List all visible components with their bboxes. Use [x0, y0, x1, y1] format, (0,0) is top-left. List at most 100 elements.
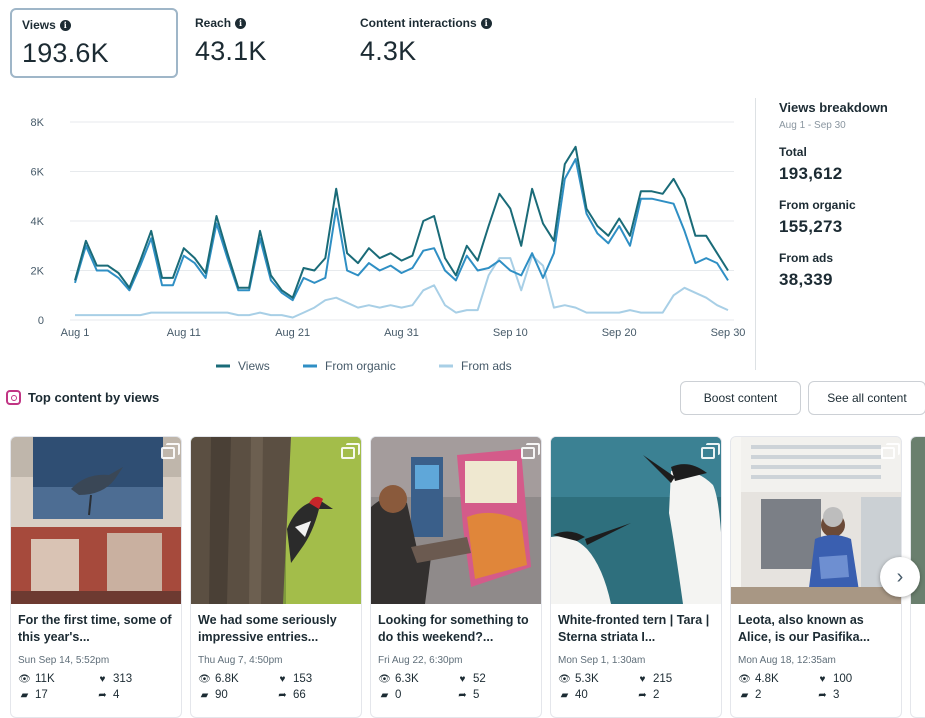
x-tick-label: Aug 1 — [61, 327, 90, 339]
metric-label: Views i — [22, 18, 166, 32]
info-icon[interactable]: i — [480, 17, 492, 29]
carousel-icon — [701, 443, 720, 459]
likes-count: 153 — [293, 673, 313, 685]
carousel-icon — [161, 443, 180, 459]
ads-value: 38,339 — [779, 270, 833, 289]
post-stats: 👁 6.8K ♥ 153 ▰ 90 ➦ 66 — [198, 673, 354, 701]
card-body: Looking for something to do this weekend… — [371, 604, 541, 709]
shares-count: 4 — [113, 689, 120, 701]
views-count: 6.8K — [215, 673, 239, 685]
likes-count: 313 — [113, 673, 133, 685]
eye-icon: 👁 — [558, 673, 571, 685]
organic-label: From organic — [779, 198, 856, 212]
content-card[interactable]: Leota, also known as Alice, is our Pasif… — [730, 436, 902, 718]
post-date: Mon Sep 1, 1:30am — [558, 655, 646, 666]
content-card[interactable]: We had some seriously impressive entries… — [190, 436, 362, 718]
shares-count: 66 — [293, 689, 306, 701]
views-breakdown: Views breakdown Aug 1 - Sep 30 Total 193… — [779, 100, 919, 290]
metric-label: Reach i — [195, 16, 325, 30]
instagram-icon — [6, 390, 21, 405]
share-icon: ➦ — [98, 689, 107, 701]
carousel-icon — [881, 443, 900, 459]
metric-views[interactable]: Views i 193.6K — [10, 8, 178, 78]
post-stats: 👁 11K ♥ 313 ▰ 17 ➦ 4 — [18, 673, 174, 701]
likes-count: 100 — [833, 673, 853, 685]
content-card[interactable]: Looking for something to do this weekend… — [370, 436, 542, 718]
share-icon: ➦ — [818, 689, 827, 701]
eye-icon: 👁 — [378, 673, 391, 685]
y-tick-label: 2K — [31, 266, 45, 278]
heart-icon: ♥ — [639, 673, 646, 685]
post-stats: 👁 6.3K ♥ 52 ▰ 0 ➦ 5 — [378, 673, 534, 701]
post-thumbnail — [551, 437, 721, 604]
y-tick-label: 0 — [38, 315, 44, 327]
post-thumbnail — [11, 437, 181, 604]
post-caption: Leota, also known as Alice, is our Pasif… — [738, 613, 871, 644]
views-line-chart: 0 2K 4K 6K 8K Aug 1 Aug 11 Aug 21 Aug 31 Sep 10 Se… — [31, 117, 746, 373]
metric-value: 193.6K — [22, 38, 109, 68]
heart-icon: ♥ — [819, 673, 826, 685]
info-icon[interactable]: i — [59, 19, 71, 31]
views-count: 4.8K — [755, 673, 779, 685]
heart-icon: ♥ — [99, 673, 106, 685]
card-body: White-fronted tern | Tara | Sterna stria… — [551, 604, 721, 709]
comment-icon: ▰ — [380, 689, 389, 701]
share-icon: ➦ — [458, 689, 467, 701]
top-content-header: Top content by views — [6, 390, 159, 405]
post-stats: 👁 4.8K ♥ 100 ▰ 2 ➦ 3 — [738, 673, 894, 701]
post-caption: Looking for something to do this weekend… — [378, 613, 529, 644]
share-icon: ➦ — [278, 689, 287, 701]
metric-value: 43.1K — [195, 36, 267, 66]
x-tick-label: Aug 21 — [275, 327, 310, 339]
post-date: Sun Sep 14, 5:52pm — [18, 655, 110, 666]
metric-label: Content interactions i — [360, 16, 540, 30]
post-stats: 👁 5.3K ♥ 215 ▰ 40 ➦ 2 — [558, 673, 714, 701]
post-date: Fri Aug 22, 6:30pm — [378, 655, 463, 666]
post-caption: For the first time, some of this year's.… — [18, 613, 172, 644]
eye-icon: 👁 — [18, 673, 31, 685]
card-body: For the first time, some of this year's.… — [11, 604, 181, 709]
views-count: 6.3K — [395, 673, 419, 685]
metric-reach[interactable]: Reach i 43.1K — [185, 8, 335, 78]
arcade-machine-image — [371, 437, 541, 604]
breakdown-range: Aug 1 - Sep 30 — [779, 120, 846, 131]
organic-value: 155,273 — [779, 217, 843, 236]
metric-content-interactions[interactable]: Content interactions i 4.3K — [350, 8, 550, 78]
post-thumbnail — [731, 437, 901, 604]
metric-value: 4.3K — [360, 36, 417, 66]
eye-icon: 👁 — [198, 673, 211, 685]
shares-count: 2 — [653, 689, 660, 701]
comments-count: 17 — [35, 689, 48, 701]
post-date: Thu Aug 7, 4:50pm — [198, 655, 283, 666]
content-card[interactable]: For the first time, some of this year's.… — [10, 436, 182, 718]
post-thumbnail — [371, 437, 541, 604]
info-icon[interactable]: i — [235, 17, 247, 29]
x-tick-label: Aug 11 — [167, 327, 201, 339]
series-line-1 — [74, 158, 729, 302]
card-body: Leota, also known as Alice, is our Pasif… — [731, 604, 901, 709]
see-all-content-button[interactable]: See all content — [808, 381, 925, 415]
legend-label: From ads — [461, 359, 512, 373]
x-tick-label: Sep 10 — [493, 327, 528, 339]
woodpecker-image — [191, 437, 361, 604]
heart-icon: ♥ — [279, 673, 286, 685]
heron-display-image — [11, 437, 181, 604]
series-line-2 — [75, 254, 729, 319]
legend-label: From organic — [325, 359, 396, 373]
heart-icon: ♥ — [459, 673, 466, 685]
boost-content-button[interactable]: Boost content — [680, 381, 801, 415]
total-value: 193,612 — [779, 164, 843, 183]
portrait-image — [731, 437, 901, 604]
chevron-right-icon[interactable]: › — [880, 557, 920, 597]
shares-count: 3 — [833, 689, 840, 701]
share-icon: ➦ — [638, 689, 647, 701]
terns-image — [551, 437, 721, 604]
comment-icon: ▰ — [560, 689, 569, 701]
divider — [755, 98, 756, 370]
comment-icon: ▰ — [20, 689, 29, 701]
comment-icon: ▰ — [740, 689, 749, 701]
comments-count: 40 — [575, 689, 588, 701]
eye-icon: 👁 — [738, 673, 751, 685]
views-count: 5.3K — [575, 673, 599, 685]
content-card[interactable]: White-fronted tern | Tara | Sterna stria… — [550, 436, 722, 718]
